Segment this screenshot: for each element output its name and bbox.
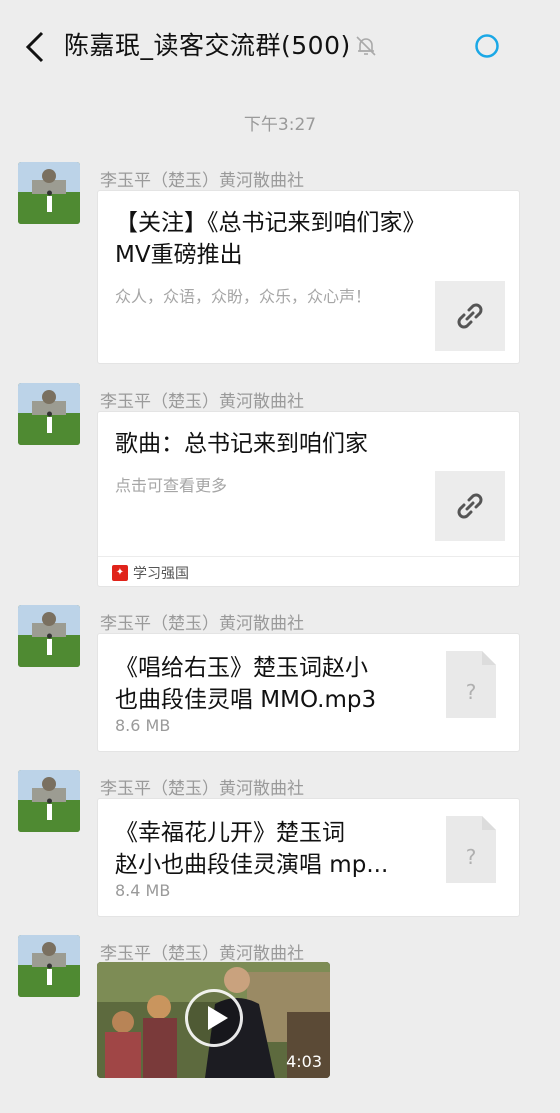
video-duration: 4:03 xyxy=(286,1052,322,1071)
video-message[interactable]: 4:03 xyxy=(97,962,330,1078)
link-card[interactable]: 【关注】《总书记来到咱们家》 MV重磅推出 众人，众语，众盼，众乐，众心声！ xyxy=(97,190,520,364)
unknown-file-icon: ? xyxy=(446,816,496,883)
link-thumbnail xyxy=(435,281,505,351)
link-card-desc: 众人，众语，众盼，众乐，众心声！ xyxy=(115,287,372,306)
play-icon[interactable] xyxy=(185,989,243,1047)
avatar[interactable] xyxy=(18,935,80,997)
link-source-name: 学习强国 xyxy=(133,566,189,582)
sender-name: 李玉平（楚玉）黄河散曲社 xyxy=(100,171,304,191)
link-icon xyxy=(457,493,483,519)
file-card[interactable]: 《幸福花儿开》楚玉词 赵小也曲段佳灵演唱 mp... 8.4 MB ? xyxy=(97,798,520,917)
file-size: 8.4 MB xyxy=(115,881,171,900)
sender-name: 李玉平（楚玉）黄河散曲社 xyxy=(100,392,304,412)
chat-header: 陈嘉珉_读客交流群(500) xyxy=(0,0,560,92)
sender-name: 李玉平（楚玉）黄河散曲社 xyxy=(100,614,304,634)
link-icon xyxy=(457,303,483,329)
svg-text:?: ? xyxy=(466,680,477,704)
sender-name: 李玉平（楚玉）黄河散曲社 xyxy=(100,944,304,964)
loading-ring-icon xyxy=(475,34,499,58)
avatar[interactable] xyxy=(18,605,80,667)
avatar[interactable] xyxy=(18,383,80,445)
link-card-desc: 点击可查看更多 xyxy=(115,476,228,495)
unknown-file-icon: ? xyxy=(446,651,496,718)
link-source[interactable]: ✦ 学习强国 xyxy=(98,556,519,588)
xuexi-qiangguo-icon: ✦ xyxy=(112,565,128,581)
avatar[interactable] xyxy=(18,162,80,224)
svg-text:?: ? xyxy=(466,845,477,869)
link-thumbnail xyxy=(435,471,505,541)
file-size: 8.6 MB xyxy=(115,716,171,735)
sender-name: 李玉平（楚玉）黄河散曲社 xyxy=(100,779,304,799)
link-card[interactable]: 歌曲：总书记来到咱们家 点击可查看更多 ✦ 学习强国 xyxy=(97,411,520,587)
message-timestamp: 下午3:27 xyxy=(243,115,317,135)
chevron-left-icon[interactable] xyxy=(22,30,52,64)
file-name: 《幸福花儿开》楚玉词 赵小也曲段佳灵演唱 mp... xyxy=(115,820,389,878)
link-card-title: 【关注】《总书记来到咱们家》 MV重磅推出 xyxy=(115,210,426,268)
bell-muted-icon xyxy=(356,36,376,56)
link-card-title: 歌曲：总书记来到咱们家 xyxy=(115,431,368,457)
chat-title: 陈嘉珉_读客交流群(500) xyxy=(64,31,351,60)
file-card[interactable]: 《唱给右玉》楚玉词赵小 也曲段佳灵唱 MMO.mp3 8.6 MB ? xyxy=(97,633,520,752)
file-name: 《唱给右玉》楚玉词赵小 也曲段佳灵唱 MMO.mp3 xyxy=(115,655,377,713)
avatar[interactable] xyxy=(18,770,80,832)
